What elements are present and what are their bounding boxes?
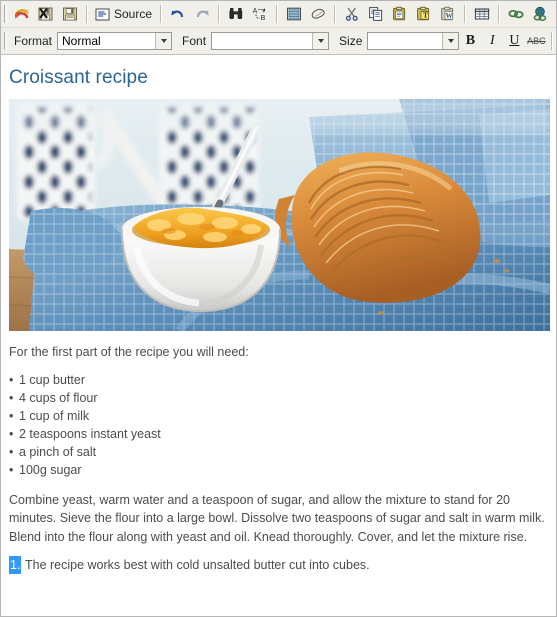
paste-as-text-icon[interactable]: T <box>412 2 436 26</box>
size-select-value <box>368 33 442 49</box>
intro-paragraph: For the first part of the recipe you wil… <box>9 344 249 359</box>
font-select[interactable] <box>211 32 330 50</box>
list-item-text: The recipe works best with cold unsalted… <box>25 558 370 573</box>
separator <box>498 5 501 23</box>
source-button[interactable]: Source <box>92 3 156 25</box>
toolbar-grip-2[interactable] <box>4 32 7 50</box>
ingredients-list: 1 cup butter 4 cups of flour 1 cup of mi… <box>9 371 548 479</box>
chevron-down-icon[interactable] <box>312 33 329 49</box>
svg-text:W: W <box>446 12 453 20</box>
paste-icon[interactable] <box>388 2 412 26</box>
separator <box>218 5 221 23</box>
replace-icon[interactable]: A B <box>248 2 272 26</box>
size-combo-group: Size <box>335 30 460 52</box>
source-button-label: Source <box>114 7 153 21</box>
size-select[interactable] <box>367 32 460 50</box>
separator <box>334 5 337 23</box>
list-item: 100g sugar <box>9 461 548 479</box>
format-select-value: Normal <box>62 34 101 48</box>
svg-text:A: A <box>253 8 258 15</box>
editable-content-area[interactable]: Croissant recipe For the first part of t… <box>1 55 556 616</box>
tips-list: 1. The recipe works best with cold unsalt… <box>9 556 548 575</box>
separator <box>551 32 554 50</box>
page-title: Croissant recipe <box>9 67 148 88</box>
format-label: Format <box>14 34 53 48</box>
instructions-paragraph: Combine yeast, warm water and a teaspoon… <box>9 492 545 544</box>
remove-format-icon[interactable] <box>306 2 330 26</box>
font-combo-group: Font <box>178 30 330 52</box>
link-icon[interactable] <box>504 2 528 26</box>
bold-button[interactable]: B <box>459 30 481 52</box>
editor-toolbar: Source A B T W Format Normal Font Size B… <box>1 1 556 55</box>
toolbar-grip[interactable] <box>4 5 7 23</box>
separator <box>276 5 279 23</box>
source-icon <box>95 8 110 20</box>
save-icon[interactable] <box>58 2 82 26</box>
format-combo-group: Format Normal <box>10 30 173 52</box>
list-item: 1. The recipe works best with cold unsalt… <box>9 556 548 575</box>
underline-button[interactable]: U <box>503 30 525 52</box>
anchor-icon[interactable] <box>552 2 556 26</box>
separator <box>464 5 467 23</box>
save-cancel-icon[interactable] <box>34 2 58 26</box>
list-item: 1 cup butter <box>9 371 548 389</box>
separator <box>86 5 88 23</box>
italic-button[interactable]: I <box>481 30 503 52</box>
svg-text:B: B <box>261 15 266 22</box>
rich-text-editor-window: Source A B T W Format Normal Font Size B… <box>0 0 557 617</box>
toolbar-row-secondary: Format Normal Font Size B I U ABC <box>1 27 556 54</box>
recipe-photo[interactable] <box>9 98 550 331</box>
find-icon[interactable] <box>224 2 248 26</box>
table-icon[interactable] <box>470 2 494 26</box>
cut-icon[interactable] <box>340 2 364 26</box>
list-item: 2 teaspoons instant yeast <box>9 425 548 443</box>
separator <box>160 5 163 23</box>
undo-icon[interactable] <box>166 2 190 26</box>
redo-icon[interactable] <box>190 2 214 26</box>
size-label: Size <box>339 34 363 48</box>
list-item: 4 cups of flour <box>9 389 548 407</box>
list-marker-selected[interactable]: 1. <box>9 556 22 575</box>
show-blocks-icon[interactable] <box>282 2 306 26</box>
copy-icon[interactable] <box>364 2 388 26</box>
font-label: Font <box>182 34 207 48</box>
chevron-down-icon[interactable] <box>442 33 459 49</box>
svg-text:T: T <box>423 11 428 20</box>
strikethrough-button[interactable]: ABC <box>525 30 547 52</box>
chevron-down-icon[interactable] <box>155 33 172 49</box>
unlink-icon[interactable] <box>528 2 552 26</box>
format-select[interactable]: Normal <box>57 32 173 50</box>
recipe-photo-image <box>9 98 550 331</box>
list-item: a pinch of salt <box>9 443 548 461</box>
font-select-value <box>212 33 312 49</box>
toolbar-row-primary: Source A B T W <box>1 1 556 27</box>
paste-from-word-icon[interactable]: W <box>436 2 460 26</box>
redo-all-icon[interactable] <box>10 2 34 26</box>
list-item: 1 cup of milk <box>9 407 548 425</box>
